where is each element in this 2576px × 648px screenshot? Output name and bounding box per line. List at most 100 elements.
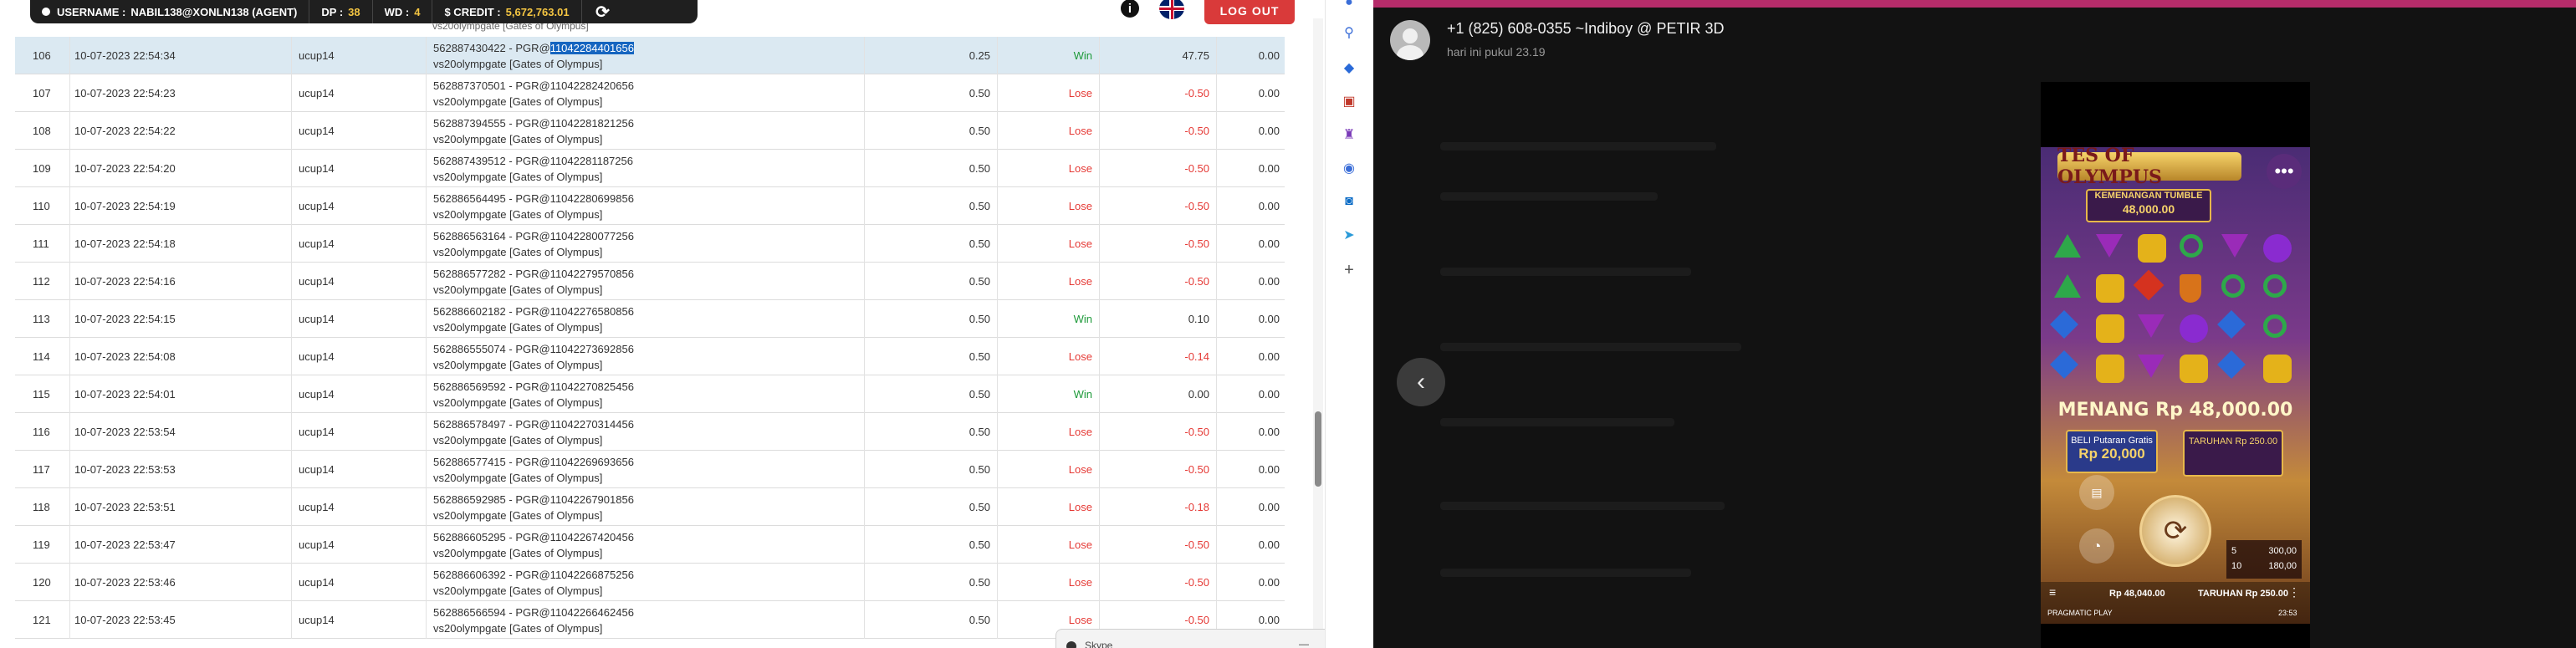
refresh-icon: ⟳	[595, 3, 610, 22]
row-winlose: -0.50	[1099, 413, 1216, 451]
description-line-1: 562886578497 - PGR@11042270314456	[433, 416, 634, 432]
refresh-button[interactable]: ⟳	[582, 0, 624, 23]
bet-history-table: vs20olympgate [Gates of Olympus] 106 10-0…	[15, 18, 1285, 648]
table-row[interactable]: 113 10-07-2023 22:54:15 ucup14 562886602182…	[15, 300, 1285, 338]
row-bet: 0.50	[864, 74, 997, 112]
table-row[interactable]: 116 10-07-2023 22:53:54 ucup14 562886578497…	[15, 413, 1285, 451]
table-row[interactable]: 114 10-07-2023 22:54:08 ucup14 562886555074…	[15, 338, 1285, 375]
row-bet: 0.50	[864, 225, 997, 263]
dp-value: 38	[348, 5, 360, 18]
bet-panel: 5 300,00 10 180,00	[2226, 540, 2302, 579]
screen: vs20olympgate [Gates of Olympus] 106 10-0…	[0, 0, 2576, 648]
description-line-2: vs20olympgate [Gates of Olympus]	[433, 207, 603, 221]
chat-popup[interactable]: Skype — ×	[1055, 629, 1325, 648]
table-row[interactable]: 115 10-07-2023 22:54:01 ucup14 562886569592…	[15, 375, 1285, 413]
row-username: ucup14	[291, 526, 426, 564]
table-row[interactable]: 107 10-07-2023 22:54:23 ucup14 562887370501…	[15, 74, 1285, 112]
row-balance: 0.00	[1216, 112, 1285, 150]
search-icon[interactable]: ⚲	[1340, 23, 1358, 42]
row-number: 119	[33, 538, 50, 551]
minimize-button[interactable]: —	[1299, 638, 1309, 648]
description-id: 562886563164 - PGR@11042280077256	[433, 229, 634, 242]
row-description[interactable]: 562886606392 - PGR@11042266875256 vs20oly…	[426, 564, 864, 601]
row-balance: 0.00	[1216, 74, 1285, 112]
description-line-1: 562886569592 - PGR@11042270825456	[433, 379, 634, 395]
row-description[interactable]: 562886577282 - PGR@11042279570856 vs20oly…	[426, 263, 864, 300]
table-row[interactable]: 118 10-07-2023 22:53:51 ucup14 562886592985…	[15, 488, 1285, 526]
description-id: 562886555074 - PGR@11042273692856	[433, 342, 634, 355]
table-row[interactable]: 110 10-07-2023 22:54:19 ucup14 562886564495…	[15, 187, 1285, 225]
row-winlose: -0.50	[1099, 187, 1216, 225]
row-number: 112	[33, 275, 50, 288]
gem-symbol	[2096, 314, 2124, 343]
row-description[interactable]: 562886569592 - PGR@11042270825456 vs20oly…	[426, 375, 864, 413]
row-description[interactable]: 562886555074 - PGR@11042273692856 vs20oly…	[426, 338, 864, 375]
globe-icon[interactable]: ◉	[1340, 159, 1358, 177]
row-username: ucup14	[291, 74, 426, 112]
row-username: ucup14	[291, 112, 426, 150]
row-description[interactable]: 562887439512 - PGR@11042281187256 vs20oly…	[426, 150, 864, 187]
description-id: 562886606392 - PGR@11042266875256	[433, 568, 634, 581]
outlook-icon[interactable]: ◙	[1340, 192, 1358, 211]
description-id: 562887370501 - PGR@11042282420656	[433, 79, 634, 92]
gem-symbol	[2050, 310, 2078, 339]
scrollbar-thumb[interactable]	[1315, 411, 1321, 487]
username-label: USERNAME :	[57, 5, 126, 18]
row-description[interactable]: 562886605295 - PGR@11042267420456 vs20oly…	[426, 526, 864, 564]
gem-symbol	[2054, 234, 2081, 258]
game-icon[interactable]: ♜	[1340, 125, 1358, 144]
game-menu-button: •••	[2267, 154, 2302, 189]
table-row[interactable]: 117 10-07-2023 22:53:53 ucup14 562886577415…	[15, 451, 1285, 488]
row-description[interactable]: 562886592985 - PGR@11042267901856 vs20oly…	[426, 488, 864, 526]
row-description[interactable]: 562887370501 - PGR@11042282420656 vs20oly…	[426, 74, 864, 112]
avatar[interactable]	[1390, 20, 1430, 60]
send-icon[interactable]: ➤	[1340, 226, 1358, 244]
row-description[interactable]: 562886577415 - PGR@11042269693656 vs20oly…	[426, 451, 864, 488]
credit-label: $ CREDIT :	[444, 5, 501, 18]
row-datetime: 10-07-2023 22:54:01	[69, 375, 291, 413]
table-row[interactable]: 120 10-07-2023 22:53:46 ucup14 562886606392…	[15, 564, 1285, 601]
row-description[interactable]: 562887430422 - PGR@11042284401656 vs20oly…	[426, 37, 864, 74]
uk-flag-icon[interactable]	[1159, 0, 1184, 19]
plus-icon[interactable]: +	[1340, 261, 1358, 279]
table-row[interactable]: 111 10-07-2023 22:54:18 ucup14 562886563164…	[15, 225, 1285, 263]
description-id: 562886605295 - PGR@11042267420456	[433, 530, 634, 543]
bell-icon[interactable]: ●	[1340, 0, 1358, 12]
row-winlose: -0.50	[1099, 526, 1216, 564]
row-description[interactable]: 562886566594 - PGR@11042266462456 vs20oly…	[426, 601, 864, 639]
row-description[interactable]: 562886602182 - PGR@11042276580856 vs20oly…	[426, 300, 864, 338]
credit-value: 5,672,763.01	[505, 5, 570, 18]
gem-symbol	[2133, 269, 2165, 301]
description-line-2: vs20olympgate [Gates of Olympus]	[433, 245, 603, 258]
logout-button[interactable]: LOG OUT	[1204, 0, 1295, 24]
description-line-1: 562887394555 - PGR@11042281821256	[433, 115, 634, 131]
toolbox-icon[interactable]: ▣	[1340, 92, 1358, 110]
agent-info-bar: USERNAME : NABIL138@XONLN138 (AGENT) DP …	[30, 0, 698, 23]
browser-sidebar: ● ⚲ ◆ ▣ ♜ ◉ ◙ ➤ +	[1325, 0, 1373, 648]
table-row[interactable]: 119 10-07-2023 22:53:47 ucup14 562886605295…	[15, 526, 1285, 564]
row-description[interactable]: 562886578497 - PGR@11042270314456 vs20oly…	[426, 413, 864, 451]
background-chat-ghost	[1440, 142, 1716, 151]
info-icon[interactable]: i	[1121, 0, 1139, 18]
previous-media-button[interactable]: ‹	[1397, 358, 1445, 406]
description-line-1: 562886563164 - PGR@11042280077256	[433, 228, 634, 244]
row-description[interactable]: 562886563164 - PGR@11042280077256 vs20oly…	[426, 225, 864, 263]
row-number: 121	[33, 614, 51, 626]
table-row[interactable]: 109 10-07-2023 22:54:20 ucup14 562887439512…	[15, 150, 1285, 187]
table-row[interactable]: 108 10-07-2023 22:54:22 ucup14 562887394555…	[15, 112, 1285, 150]
table-row[interactable]: 106 10-07-2023 22:54:34 ucup14 562887430422…	[15, 37, 1285, 74]
row-bet: 0.25	[864, 37, 997, 74]
tag-icon[interactable]: ◆	[1340, 59, 1358, 77]
table-row[interactable]: 112 10-07-2023 22:54:16 ucup14 562886577282…	[15, 263, 1285, 300]
row-description[interactable]: 562886564495 - PGR@11042280699856 vs20oly…	[426, 187, 864, 225]
scrollbar-track[interactable]	[1313, 18, 1323, 648]
bet-row-value: 180,00	[2268, 561, 2297, 571]
username-section: USERNAME : NABIL138@XONLN138 (AGENT)	[30, 0, 310, 23]
row-datetime: 10-07-2023 22:54:15	[69, 300, 291, 338]
row-bet: 0.50	[864, 187, 997, 225]
row-datetime: 10-07-2023 22:53:45	[69, 601, 291, 639]
description-line-2: vs20olympgate [Gates of Olympus]	[433, 546, 603, 559]
gem-symbol	[2221, 234, 2248, 258]
row-description[interactable]: 562887394555 - PGR@11042281821256 vs20oly…	[426, 112, 864, 150]
description-line-2: vs20olympgate [Gates of Olympus]	[433, 132, 603, 145]
